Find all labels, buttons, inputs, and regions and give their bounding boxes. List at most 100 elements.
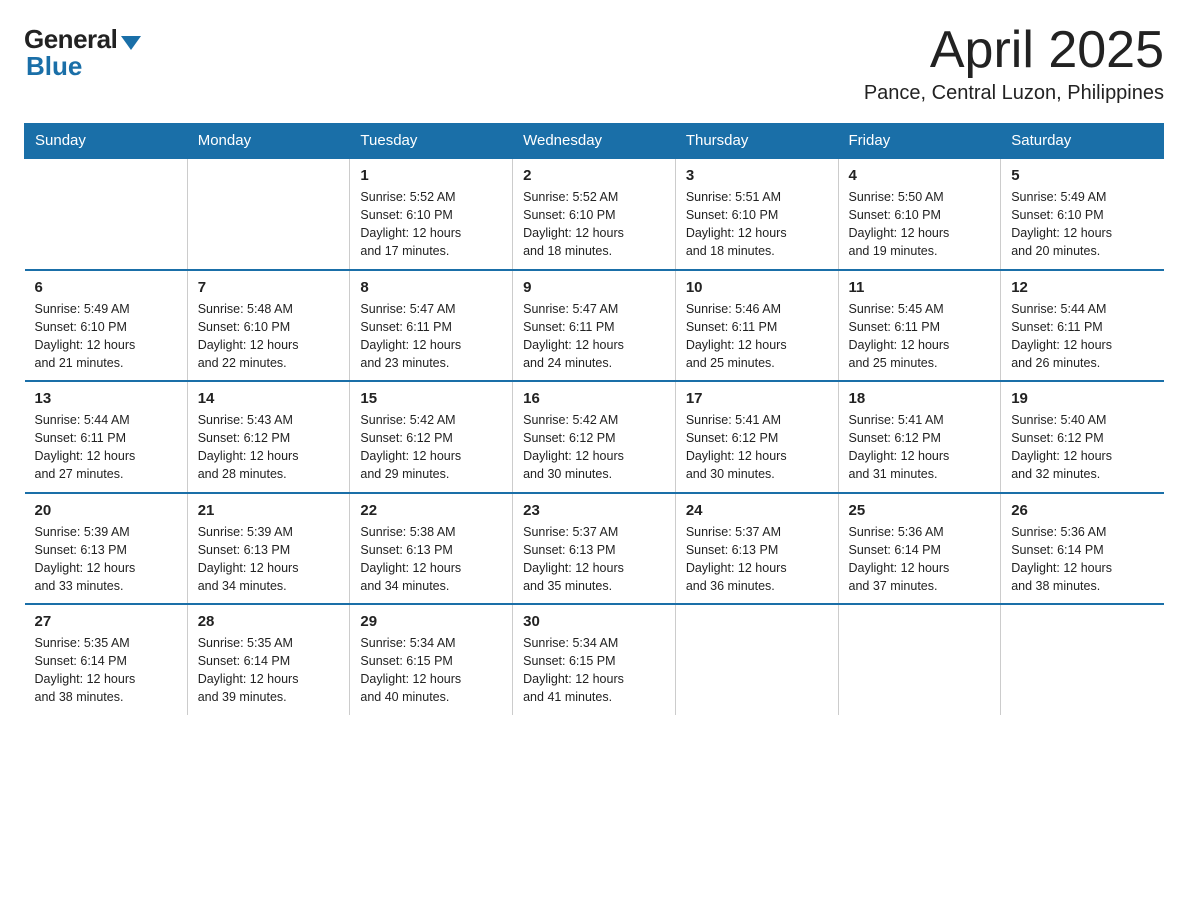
day-info: Sunrise: 5:35 AM Sunset: 6:14 PM Dayligh…	[35, 634, 177, 707]
calendar-day-cell: 15 Sunrise: 5:42 AM Sunset: 6:12 PM Dayli…	[350, 381, 513, 493]
day-info: Sunrise: 5:40 AM Sunset: 6:12 PM Dayligh…	[1011, 411, 1153, 484]
day-info: Sunrise: 5:47 AM Sunset: 6:11 PM Dayligh…	[523, 300, 665, 373]
weekday-header-wednesday: Wednesday	[513, 124, 676, 159]
calendar-day-cell: 27Sunrise: 5:35 AM Sunset: 6:14 PM Dayli…	[25, 604, 188, 715]
calendar-empty-cell	[1001, 604, 1164, 715]
day-info: Sunrise: 5:49 AM Sunset: 6:10 PM Dayligh…	[35, 300, 177, 373]
day-info: Sunrise: 5:41 AM Sunset: 6:12 PM Dayligh…	[686, 411, 828, 484]
weekday-header-saturday: Saturday	[1001, 124, 1164, 159]
day-number: 19	[1011, 390, 1153, 407]
calendar-empty-cell	[25, 158, 188, 270]
title-block: April 2025 Pance, Central Luzon, Philipp…	[864, 24, 1164, 105]
calendar-day-cell: 13Sunrise: 5:44 AM Sunset: 6:11 PM Dayli…	[25, 381, 188, 493]
day-number: 21	[198, 502, 340, 519]
day-number: 11	[849, 279, 991, 296]
day-number: 12	[1011, 279, 1153, 296]
page-header: General Blue April 2025 Pance, Central L…	[24, 24, 1164, 105]
day-number: 18	[849, 390, 991, 407]
logo: General Blue	[24, 24, 141, 82]
day-info: Sunrise: 5:47 AM Sunset: 6:11 PM Dayligh…	[360, 300, 502, 373]
weekday-header-friday: Friday	[838, 124, 1001, 159]
day-number: 8	[360, 279, 502, 296]
logo-arrow-icon	[121, 36, 141, 50]
calendar-day-cell: 3 Sunrise: 5:51 AM Sunset: 6:10 PM Daylig…	[675, 158, 838, 270]
day-number: 25	[849, 502, 991, 519]
day-number: 7	[198, 279, 340, 296]
calendar-day-cell: 19 Sunrise: 5:40 AM Sunset: 6:12 PM Dayli…	[1001, 381, 1164, 493]
day-info: Sunrise: 5:48 AM Sunset: 6:10 PM Dayligh…	[198, 300, 340, 373]
calendar-week-row: 13Sunrise: 5:44 AM Sunset: 6:11 PM Dayli…	[25, 381, 1164, 493]
calendar-empty-cell	[838, 604, 1001, 715]
calendar-day-cell: 4Sunrise: 5:50 AM Sunset: 6:10 PM Daylig…	[838, 158, 1001, 270]
day-info: Sunrise: 5:36 AM Sunset: 6:14 PM Dayligh…	[1011, 523, 1153, 596]
day-info: Sunrise: 5:34 AM Sunset: 6:15 PM Dayligh…	[523, 634, 665, 707]
day-info: Sunrise: 5:51 AM Sunset: 6:10 PM Dayligh…	[686, 188, 828, 261]
day-number: 16	[523, 390, 665, 407]
calendar-table: SundayMondayTuesdayWednesdayThursdayFrid…	[24, 123, 1164, 715]
day-number: 1	[360, 167, 502, 184]
calendar-day-cell: 5 Sunrise: 5:49 AM Sunset: 6:10 PM Daylig…	[1001, 158, 1164, 270]
calendar-day-cell: 25 Sunrise: 5:36 AM Sunset: 6:14 PM Dayli…	[838, 493, 1001, 605]
day-info: Sunrise: 5:39 AM Sunset: 6:13 PM Dayligh…	[198, 523, 340, 596]
calendar-day-cell: 30 Sunrise: 5:34 AM Sunset: 6:15 PM Dayli…	[513, 604, 676, 715]
calendar-day-cell: 2Sunrise: 5:52 AM Sunset: 6:10 PM Daylig…	[513, 158, 676, 270]
day-number: 10	[686, 279, 828, 296]
day-info: Sunrise: 5:42 AM Sunset: 6:12 PM Dayligh…	[360, 411, 502, 484]
day-info: Sunrise: 5:37 AM Sunset: 6:13 PM Dayligh…	[686, 523, 828, 596]
day-info: Sunrise: 5:43 AM Sunset: 6:12 PM Dayligh…	[198, 411, 340, 484]
weekday-header-tuesday: Tuesday	[350, 124, 513, 159]
calendar-day-cell: 21 Sunrise: 5:39 AM Sunset: 6:13 PM Dayli…	[187, 493, 350, 605]
calendar-week-row: 20Sunrise: 5:39 AM Sunset: 6:13 PM Dayli…	[25, 493, 1164, 605]
day-number: 17	[686, 390, 828, 407]
calendar-day-cell: 29Sunrise: 5:34 AM Sunset: 6:15 PM Dayli…	[350, 604, 513, 715]
calendar-day-cell: 20Sunrise: 5:39 AM Sunset: 6:13 PM Dayli…	[25, 493, 188, 605]
calendar-week-row: 6 Sunrise: 5:49 AM Sunset: 6:10 PM Daylig…	[25, 270, 1164, 382]
calendar-day-cell: 22 Sunrise: 5:38 AM Sunset: 6:13 PM Dayli…	[350, 493, 513, 605]
day-number: 13	[35, 390, 177, 407]
day-info: Sunrise: 5:52 AM Sunset: 6:10 PM Dayligh…	[523, 188, 665, 261]
calendar-day-cell: 14 Sunrise: 5:43 AM Sunset: 6:12 PM Dayli…	[187, 381, 350, 493]
day-number: 14	[198, 390, 340, 407]
calendar-day-cell: 10 Sunrise: 5:46 AM Sunset: 6:11 PM Dayli…	[675, 270, 838, 382]
day-number: 9	[523, 279, 665, 296]
day-number: 26	[1011, 502, 1153, 519]
calendar-day-cell: 17 Sunrise: 5:41 AM Sunset: 6:12 PM Dayli…	[675, 381, 838, 493]
calendar-empty-cell	[675, 604, 838, 715]
day-number: 4	[849, 167, 991, 184]
day-info: Sunrise: 5:36 AM Sunset: 6:14 PM Dayligh…	[849, 523, 991, 596]
day-number: 5	[1011, 167, 1153, 184]
month-title: April 2025	[864, 24, 1164, 76]
calendar-day-cell: 12Sunrise: 5:44 AM Sunset: 6:11 PM Dayli…	[1001, 270, 1164, 382]
calendar-day-cell: 11 Sunrise: 5:45 AM Sunset: 6:11 PM Dayli…	[838, 270, 1001, 382]
location-title: Pance, Central Luzon, Philippines	[864, 82, 1164, 105]
day-info: Sunrise: 5:39 AM Sunset: 6:13 PM Dayligh…	[35, 523, 177, 596]
calendar-day-cell: 1Sunrise: 5:52 AM Sunset: 6:10 PM Daylig…	[350, 158, 513, 270]
weekday-header-thursday: Thursday	[675, 124, 838, 159]
day-info: Sunrise: 5:37 AM Sunset: 6:13 PM Dayligh…	[523, 523, 665, 596]
day-number: 23	[523, 502, 665, 519]
calendar-day-cell: 24 Sunrise: 5:37 AM Sunset: 6:13 PM Dayli…	[675, 493, 838, 605]
calendar-day-cell: 9 Sunrise: 5:47 AM Sunset: 6:11 PM Daylig…	[513, 270, 676, 382]
day-number: 28	[198, 613, 340, 630]
calendar-day-cell: 6 Sunrise: 5:49 AM Sunset: 6:10 PM Daylig…	[25, 270, 188, 382]
day-number: 22	[360, 502, 502, 519]
calendar-day-cell: 18 Sunrise: 5:41 AM Sunset: 6:12 PM Dayli…	[838, 381, 1001, 493]
day-number: 24	[686, 502, 828, 519]
weekday-header-sunday: Sunday	[25, 124, 188, 159]
calendar-day-cell: 23 Sunrise: 5:37 AM Sunset: 6:13 PM Dayli…	[513, 493, 676, 605]
day-info: Sunrise: 5:49 AM Sunset: 6:10 PM Dayligh…	[1011, 188, 1153, 261]
day-info: Sunrise: 5:41 AM Sunset: 6:12 PM Dayligh…	[849, 411, 991, 484]
day-number: 15	[360, 390, 502, 407]
day-number: 3	[686, 167, 828, 184]
day-info: Sunrise: 5:45 AM Sunset: 6:11 PM Dayligh…	[849, 300, 991, 373]
day-info: Sunrise: 5:38 AM Sunset: 6:13 PM Dayligh…	[360, 523, 502, 596]
day-number: 30	[523, 613, 665, 630]
calendar-week-row: 1 Sunrise: 5:52 AM Sunset: 6:10 PM Daylig…	[25, 158, 1164, 270]
day-info: Sunrise: 5:46 AM Sunset: 6:11 PM Dayligh…	[686, 300, 828, 373]
calendar-day-cell: 26 Sunrise: 5:36 AM Sunset: 6:14 PM Dayli…	[1001, 493, 1164, 605]
day-number: 6	[35, 279, 177, 296]
weekday-header-monday: Monday	[187, 124, 350, 159]
calendar-week-row: 27Sunrise: 5:35 AM Sunset: 6:14 PM Dayli…	[25, 604, 1164, 715]
calendar-day-cell: 28 Sunrise: 5:35 AM Sunset: 6:14 PM Dayli…	[187, 604, 350, 715]
day-info: Sunrise: 5:35 AM Sunset: 6:14 PM Dayligh…	[198, 634, 340, 707]
